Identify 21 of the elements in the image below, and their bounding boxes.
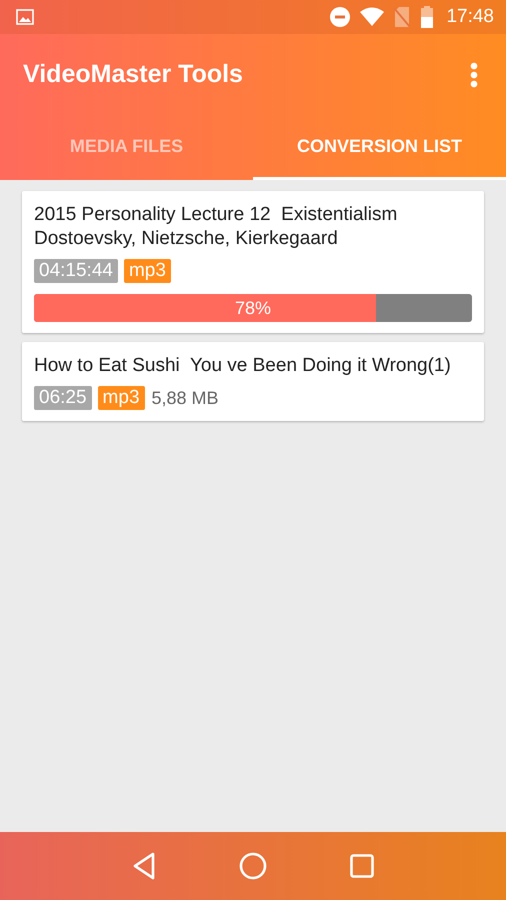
home-icon[interactable] [238, 852, 267, 880]
battery-icon [420, 6, 434, 28]
no-sim-icon [394, 7, 410, 27]
duration-tag: 06:25 [34, 386, 92, 410]
progress-label: 78% [234, 298, 272, 319]
image-icon [16, 9, 34, 25]
clock: 17:48 [446, 6, 494, 28]
more-options-icon[interactable] [470, 62, 478, 88]
conversion-card[interactable]: How to Eat Sushi You ve Been Doing it Wrong(1) 06:25 mp3 5,88 MB [22, 342, 484, 421]
format-tag: mp3 [124, 259, 171, 283]
do-not-disturb-icon [330, 7, 350, 27]
format-tag: mp3 [98, 386, 145, 410]
app-title: VideoMaster Tools [23, 60, 243, 89]
conversion-card[interactable]: 2015 Personality Lecture 12 Existentialism Dostoevsky, Nietzsche, Kierkegaard 04:15:44 mp3 78% [22, 191, 484, 333]
file-title: How to Eat Sushi You ve Been Doing it Wrong(1) [34, 354, 452, 378]
file-title: 2015 Personality Lecture 12 Existentialism Dostoevsky, Nietzsche, Kierkegaard [34, 203, 398, 251]
wifi-icon [360, 7, 384, 27]
recents-icon[interactable] [350, 854, 374, 878]
back-icon[interactable] [132, 852, 156, 880]
duration-tag: 04:15:44 [34, 259, 118, 283]
file-size: 5,88 MB [152, 388, 219, 408]
